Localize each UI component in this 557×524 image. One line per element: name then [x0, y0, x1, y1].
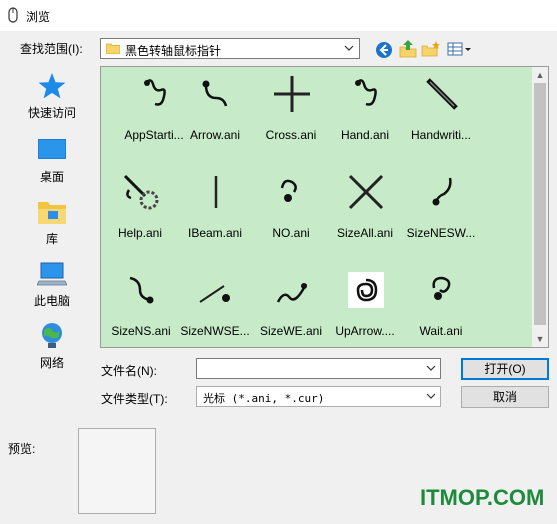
cancel-button[interactable]: 取消 [461, 386, 549, 408]
preview-label: 预览: [8, 442, 36, 456]
title-bar: 浏览 [0, 0, 557, 31]
file-item-sizenesw[interactable]: SizeNESW... [396, 168, 486, 262]
chevron-down-icon[interactable] [341, 40, 357, 57]
watermark: ITMOP.COM [420, 485, 545, 510]
scroll-thumb[interactable] [534, 83, 546, 325]
cursor-sizenesw-icon [432, 177, 452, 206]
window-title: 浏览 [26, 10, 51, 24]
place-label: 网络 [39, 356, 64, 370]
chevron-down-icon[interactable] [425, 390, 437, 402]
cursor-appstarting-icon [144, 79, 166, 106]
file-name: SizeNESW... [406, 226, 476, 240]
cursor-hand-icon [355, 79, 377, 106]
places-bar: 快速访问 桌面 库 此电脑 网络 [8, 68, 96, 370]
computer-icon [37, 262, 67, 286]
star-icon [38, 73, 66, 99]
file-item-wait[interactable]: Wait.ani [396, 266, 486, 360]
scroll-up-arrow-icon[interactable]: ▲ [532, 67, 548, 83]
filetype-value: 光标 (*.ani, *.cur) [203, 392, 325, 405]
place-network[interactable]: 网络 [8, 318, 96, 378]
new-folder-icon[interactable] [421, 39, 441, 59]
cursor-help-icon [123, 174, 159, 210]
desktop-icon [38, 139, 66, 159]
place-label: 此电脑 [33, 294, 70, 308]
filetype-label: 文件类型(T): [101, 392, 168, 406]
lookin-combo[interactable]: 黑色转轴鼠标指针 [100, 38, 360, 59]
place-this-pc[interactable]: 此电脑 [8, 256, 96, 316]
cursor-sizenwse-icon [199, 285, 230, 303]
cursor-sizewe-icon [276, 283, 308, 303]
filename-label: 文件名(N): [101, 364, 157, 378]
cursor-cross-icon [274, 76, 310, 112]
place-quick-access[interactable]: 快速访问 [8, 68, 96, 128]
open-button[interactable]: 打开(O) [461, 358, 549, 380]
view-menu-icon[interactable] [446, 39, 472, 59]
place-label: 桌面 [39, 170, 64, 184]
cursor-no-icon [280, 179, 297, 202]
cursor-sizens-icon [129, 276, 154, 304]
place-label: 快速访问 [27, 106, 76, 120]
back-arrow-icon[interactable] [374, 39, 394, 59]
filename-field[interactable] [196, 358, 441, 379]
file-name: Wait.ani [419, 324, 463, 338]
mouse-icon [8, 7, 18, 23]
folder-icon [106, 43, 120, 54]
preview-box [78, 428, 156, 514]
file-item-handwriting[interactable]: Handwriti... [396, 70, 486, 164]
cursor-handwriting-icon [426, 78, 458, 110]
chevron-down-icon[interactable] [425, 362, 437, 374]
place-library[interactable]: 库 [8, 194, 96, 254]
library-icon [38, 202, 66, 224]
cursor-uparrow-icon [348, 272, 384, 308]
place-desktop[interactable]: 桌面 [8, 132, 96, 192]
lookin-label: 查找范围(I): [20, 42, 83, 56]
cursor-ibeam-icon [214, 176, 218, 208]
network-icon [42, 323, 62, 348]
scroll-down-arrow-icon[interactable]: ▼ [532, 331, 548, 347]
cursor-wait-icon [432, 276, 451, 300]
cursor-sizeall-icon [348, 174, 384, 210]
up-folder-icon[interactable] [398, 39, 418, 59]
vertical-scrollbar[interactable]: ▲ ▼ [532, 67, 548, 347]
filetype-select[interactable]: 光标 (*.ani, *.cur) [196, 386, 441, 407]
place-label: 库 [45, 232, 58, 246]
file-name: Handwriti... [410, 128, 472, 142]
cursor-arrow-icon [202, 80, 228, 107]
lookin-value: 黑色转轴鼠标指针 [125, 44, 222, 58]
